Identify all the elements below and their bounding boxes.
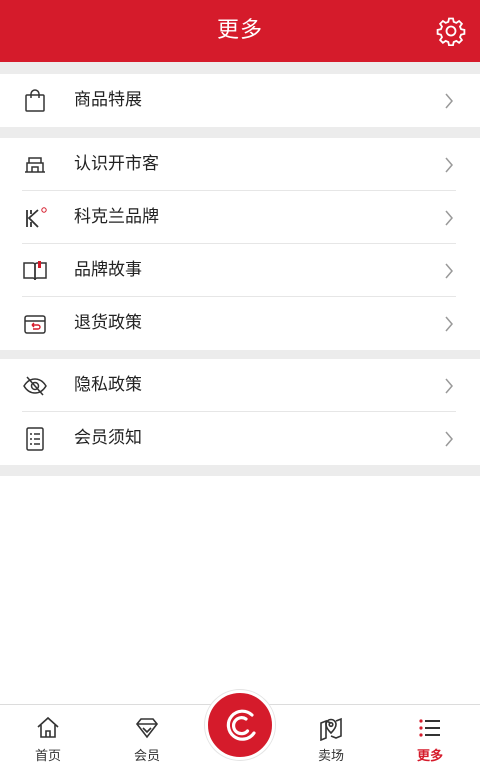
center-logo-button[interactable] (205, 690, 275, 760)
open-book-icon (23, 261, 47, 281)
tab-label: 卖场 (317, 749, 344, 764)
chevron-right-icon (445, 431, 453, 447)
chevron-right-icon (445, 316, 453, 332)
tab-label: 首页 (34, 749, 61, 764)
storefront-icon (25, 157, 45, 173)
page-title: 更多 (216, 18, 263, 43)
chevron-right-icon (445, 263, 453, 279)
tab-home[interactable]: 首页 (3, 705, 93, 770)
tab-label: 更多 (416, 749, 443, 764)
menu-item-label: 会员须知 (74, 428, 142, 448)
menu-item-member-notice[interactable]: 会员须知 (0, 412, 480, 465)
menu-item-label: 认识开市客 (74, 154, 159, 174)
section-gap (0, 465, 480, 476)
menu-item-brand-story[interactable]: 品牌故事 (0, 244, 480, 297)
menu-item-privacy-policy[interactable]: 隐私政策 (0, 359, 480, 412)
tab-more[interactable]: 更多 (385, 705, 475, 770)
gear-icon[interactable] (436, 16, 466, 46)
menu-item-product-showcase[interactable]: 商品特展 (0, 74, 480, 127)
costco-logo-icon (226, 709, 256, 741)
top-header: 更多 (0, 0, 480, 62)
return-box-icon (24, 315, 46, 334)
menu-item-return-policy[interactable]: 退货政策 (0, 297, 480, 350)
list-icon (419, 719, 440, 737)
menu-item-label: 商品特展 (74, 90, 142, 110)
chevron-right-icon (445, 93, 453, 109)
menu-item-label: 品牌故事 (74, 260, 142, 280)
menu-item-label: 隐私政策 (74, 375, 142, 395)
eye-slash-icon (23, 376, 47, 396)
chevron-right-icon (445, 157, 453, 173)
tab-membership[interactable]: 会员 (102, 705, 192, 770)
menu-item-kirkland-brand[interactable]: 科克兰品牌 (0, 191, 480, 244)
menu-item-about-costco[interactable]: 认识开市客 (0, 138, 480, 191)
map-pin-icon (320, 717, 342, 741)
checklist-icon (26, 427, 44, 451)
home-icon (37, 716, 59, 738)
menu-item-label: 科克兰品牌 (74, 207, 159, 227)
section-gap (0, 62, 480, 74)
section-gap (0, 127, 480, 138)
menu-item-label: 退货政策 (74, 313, 142, 333)
kirkland-logo-icon (26, 207, 47, 228)
tab-warehouse[interactable]: 卖场 (286, 705, 376, 770)
shopping-bag-icon (25, 89, 45, 112)
chevron-right-icon (445, 210, 453, 226)
chevron-right-icon (445, 378, 453, 394)
diamond-icon (135, 718, 159, 739)
tab-label: 会员 (133, 749, 160, 764)
